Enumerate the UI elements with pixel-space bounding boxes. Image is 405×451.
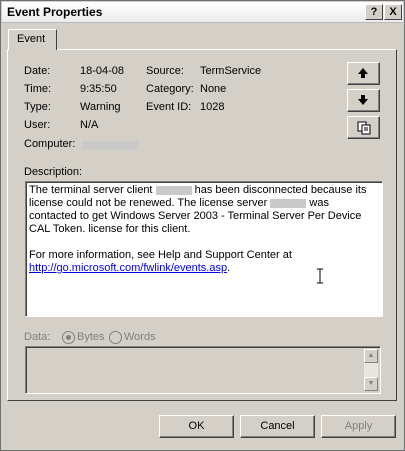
computer-value-redacted xyxy=(82,141,138,150)
cancel-label: Cancel xyxy=(260,420,295,432)
date-label: Date: xyxy=(24,65,51,77)
data-scrollbar[interactable]: ▲ ▼ xyxy=(364,349,378,391)
description-part-1: The terminal server client xyxy=(29,184,153,196)
user-label: User: xyxy=(24,119,51,131)
help-link[interactable]: http://go.microsoft.com/fwlink/events.as… xyxy=(29,262,227,274)
apply-label: Apply xyxy=(344,420,373,432)
event-id-value: 1028 xyxy=(200,101,225,113)
data-textbox[interactable]: ▲ ▼ xyxy=(25,346,381,394)
scroll-up-button[interactable]: ▲ xyxy=(364,349,378,363)
link-suffix: . xyxy=(227,262,231,274)
computer-label: Computer: xyxy=(24,138,76,150)
source-value: TermService xyxy=(200,65,262,77)
tab-event-label: Event xyxy=(17,33,46,45)
tab-event[interactable]: Event xyxy=(8,29,57,50)
text-cursor-icon xyxy=(317,268,323,284)
date-value: 18-04-08 xyxy=(80,65,125,77)
category-label: Category: xyxy=(146,83,194,95)
title-bar[interactable]: Event Properties ? X xyxy=(2,2,403,23)
category-value: None xyxy=(200,83,227,95)
radio-selected-dot xyxy=(66,335,71,340)
client-name-redacted xyxy=(155,185,192,195)
previous-event-button[interactable] xyxy=(347,62,380,85)
copy-icon xyxy=(357,121,371,135)
bytes-radio[interactable] xyxy=(62,331,75,344)
scroll-down-button[interactable]: ▼ xyxy=(364,377,378,391)
words-radio-label: Words xyxy=(124,331,156,343)
source-label: Source: xyxy=(146,65,184,77)
time-label: Time: xyxy=(24,83,52,95)
close-button[interactable]: X xyxy=(384,4,402,20)
user-value: N/A xyxy=(80,119,99,131)
ok-label: OK xyxy=(188,420,205,432)
copy-button[interactable] xyxy=(347,116,380,139)
cancel-button[interactable]: Cancel xyxy=(240,415,315,438)
time-value: 9:35:50 xyxy=(80,83,117,95)
ok-button[interactable]: OK xyxy=(159,415,234,438)
type-label: Type: xyxy=(24,101,51,113)
window-title: Event Properties xyxy=(7,5,103,19)
arrow-up-icon xyxy=(358,68,368,78)
server-name-redacted xyxy=(270,198,307,208)
description-textbox[interactable]: The terminal server client has been disc… xyxy=(25,181,383,317)
apply-button[interactable]: Apply xyxy=(321,415,396,438)
description-label: Description: xyxy=(24,166,83,178)
type-value: Warning xyxy=(80,101,121,113)
close-icon: X xyxy=(389,6,397,18)
next-event-button[interactable] xyxy=(347,89,380,112)
bytes-radio-label: Bytes xyxy=(77,331,105,343)
event-properties-window: Event Properties ? X Event Date: 18-04-0… xyxy=(0,0,405,451)
help-icon: ? xyxy=(370,6,378,18)
words-radio[interactable] xyxy=(109,331,122,344)
help-info-text: For more information, see Help and Suppo… xyxy=(29,249,292,261)
event-id-label: Event ID: xyxy=(146,101,192,113)
data-label: Data: xyxy=(24,331,51,343)
arrow-down-icon xyxy=(358,95,368,105)
help-button[interactable]: ? xyxy=(365,4,383,20)
description-text[interactable]: The terminal server client has been disc… xyxy=(29,184,377,275)
